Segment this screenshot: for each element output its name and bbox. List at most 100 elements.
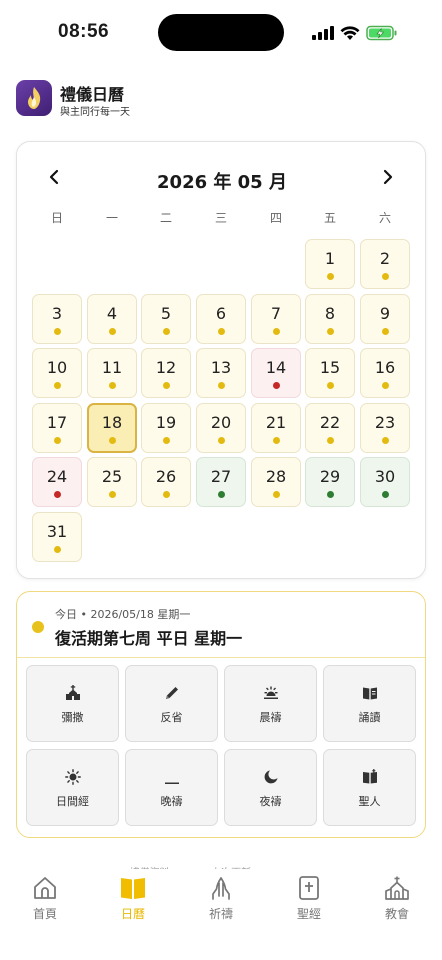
today-date: 今日 • 2026/05/18 星期一 — [55, 608, 191, 621]
liturgical-color-dot — [327, 273, 334, 280]
liturgical-color-dot — [54, 327, 61, 335]
action-tile-5[interactable]: 日間經 — [26, 749, 119, 826]
action-tile-6[interactable]: 晚禱 — [125, 749, 218, 826]
tab-1[interactable]: 首頁 — [1, 869, 89, 929]
day-cell[interactable]: 11 — [87, 348, 137, 399]
day-cell[interactable]: 31 — [32, 512, 82, 562]
action-tile-2[interactable]: 反省 — [125, 665, 218, 742]
liturgical-color-dot — [54, 546, 61, 553]
liturgical-color-dot — [163, 436, 170, 444]
tab-4[interactable]: 聖經 — [265, 869, 353, 929]
day-cell[interactable]: 24 — [32, 457, 82, 508]
day-cell[interactable]: 5 — [141, 293, 191, 344]
liturgical-color-dot — [163, 327, 170, 335]
action-label: 彌撒 — [61, 711, 84, 724]
liturgical-color-dot — [54, 436, 61, 444]
day-cell[interactable]: 28 — [251, 457, 301, 508]
liturgical-color-dot — [273, 491, 280, 499]
liturgical-color-dot — [218, 491, 225, 499]
app-title: 禮儀日曆 — [60, 85, 125, 104]
action-tile-7[interactable]: 夜禱 — [224, 749, 317, 826]
day-cell[interactable]: 26 — [141, 457, 191, 508]
day-cell[interactable]: 13 — [196, 348, 246, 399]
divider — [17, 657, 425, 658]
day-number: 18 — [101, 412, 123, 432]
day-cell[interactable]: 27 — [196, 457, 246, 508]
praying-hands-icon — [177, 876, 265, 902]
action-label: 聖人 — [358, 795, 381, 808]
day-cell[interactable]: 14 — [251, 348, 301, 399]
flame-icon — [28, 87, 41, 109]
day-cell[interactable]: 22 — [305, 402, 355, 453]
tab-3[interactable]: 祈禱 — [177, 869, 265, 929]
day-cell[interactable]: 8 — [305, 293, 355, 344]
day-number: 5 — [160, 303, 172, 323]
day-cell[interactable]: 15 — [305, 348, 355, 399]
day-number: 8 — [324, 303, 336, 323]
tab-bar: 首頁 日曆 祈禱 聖經 教會 — [0, 869, 442, 960]
day-cell[interactable]: 2 — [360, 239, 410, 289]
liturgical-color-dot — [273, 327, 280, 335]
weekday-label: 一 — [105, 211, 118, 225]
day-number: 28 — [265, 467, 287, 487]
day-cell[interactable]: 23 — [360, 402, 410, 453]
day-cell[interactable]: 25 — [87, 457, 137, 508]
calendar-card: 2026 年 05 月 日一二三四五六 1 2 3 4 5 6 7 8 9 10 11 12 13 14 1… — [16, 141, 426, 579]
app-subtitle: 與主同行每一天 — [60, 107, 130, 118]
status-bar: 08:56 — [0, 0, 442, 64]
day-cell[interactable]: 16 — [360, 348, 410, 399]
weekday-label: 六 — [378, 211, 391, 225]
day-cell[interactable]: 4 — [87, 293, 137, 344]
day-cell[interactable]: 9 — [360, 293, 410, 344]
day-number: 2 — [379, 249, 391, 268]
wifi-icon — [340, 25, 360, 40]
day-cell[interactable]: 17 — [32, 402, 82, 453]
day-cell[interactable]: 7 — [251, 293, 301, 344]
day-number: 11 — [101, 358, 123, 378]
status-time: 08:56 — [58, 21, 110, 42]
tab-label: 教會 — [384, 907, 409, 921]
day-number: 10 — [46, 358, 68, 378]
day-number: 16 — [374, 358, 396, 378]
weekday-label: 四 — [269, 211, 282, 225]
day-cell[interactable]: 19 — [141, 402, 191, 453]
day-number: 24 — [46, 467, 68, 487]
liturgical-color-dot — [327, 382, 334, 390]
liturgical-color-dot — [163, 491, 170, 499]
liturgical-color-dot — [163, 382, 170, 390]
liturgical-color-dot — [382, 491, 389, 499]
action-label: 反省 — [160, 711, 183, 724]
action-label: 誦讀 — [358, 711, 381, 724]
day-cell[interactable]: 3 — [32, 293, 82, 344]
day-cell-today[interactable]: 18 — [87, 402, 137, 453]
day-cell[interactable]: 21 — [251, 402, 301, 453]
app-logo — [16, 80, 52, 116]
day-number: 29 — [319, 467, 341, 487]
day-cell[interactable]: 20 — [196, 402, 246, 453]
action-tile-8[interactable]: 聖人 — [323, 749, 416, 826]
day-cell[interactable]: 30 — [360, 457, 410, 508]
day-cell[interactable]: 12 — [141, 348, 191, 399]
day-cell[interactable]: 1 — [305, 239, 355, 289]
sun-icon — [27, 769, 118, 785]
day-number: 15 — [319, 358, 341, 378]
action-label: 夜禱 — [259, 795, 282, 808]
action-tile-1[interactable]: 彌撒 — [26, 665, 119, 742]
tab-2[interactable]: 日曆 — [89, 869, 177, 929]
action-tile-3[interactable]: 晨禱 — [224, 665, 317, 742]
next-month-button[interactable] — [373, 162, 403, 192]
tab-5[interactable]: 教會 — [353, 869, 441, 929]
today-card: 今日 • 2026/05/18 星期一 復活期第七周 平日 星期一 彌撒 反省 晨禱… — [16, 591, 426, 838]
day-cell[interactable]: 29 — [305, 457, 355, 508]
sunrise-icon — [225, 685, 316, 701]
today-title: 復活期第七周 平日 星期一 — [55, 629, 243, 648]
day-cell[interactable]: 6 — [196, 293, 246, 344]
liturgical-color-dot — [218, 436, 225, 444]
day-number: 9 — [379, 303, 391, 323]
action-label: 日間經 — [56, 795, 89, 808]
action-tile-4[interactable]: 誦讀 — [323, 665, 416, 742]
day-number: 7 — [270, 303, 282, 323]
liturgical-color-dot — [382, 436, 389, 444]
day-cell[interactable]: 10 — [32, 348, 82, 399]
home-icon — [1, 876, 89, 902]
